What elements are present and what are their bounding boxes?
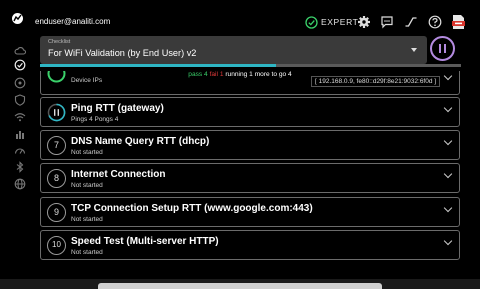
chevron-down-icon bbox=[411, 48, 417, 52]
chevron-down-icon[interactable] bbox=[443, 236, 453, 246]
chevron-down-icon[interactable] bbox=[443, 103, 453, 113]
shield-icon[interactable] bbox=[14, 94, 26, 106]
settings-gear-icon[interactable] bbox=[357, 15, 371, 29]
pause-icon-bar-left bbox=[439, 44, 441, 53]
test-subtitle: Device IPs bbox=[71, 77, 103, 84]
test-number-badge: 8 bbox=[47, 169, 66, 188]
pdf-export-icon[interactable] bbox=[452, 14, 465, 30]
feedback-chat-icon[interactable] bbox=[380, 15, 394, 29]
checklist-progress-bar bbox=[40, 64, 461, 67]
pass-count: pass 4 bbox=[188, 71, 208, 78]
checklist-status-summary: pass 4 fail 1 running 1 more to go 4 bbox=[0, 71, 480, 78]
top-bar: enduser@analiti.com EXPERT bbox=[0, 0, 480, 38]
globe-icon[interactable] bbox=[14, 178, 26, 190]
expert-mode-badge[interactable]: EXPERT bbox=[305, 15, 358, 29]
bar-chart-icon[interactable] bbox=[14, 128, 26, 140]
network-icon[interactable] bbox=[14, 77, 26, 89]
test-card-internet-connection[interactable]: 8 Internet Connection Not started bbox=[40, 163, 460, 193]
test-number-badge: 10 bbox=[47, 236, 66, 255]
test-title: DNS Name Query RTT (dhcp) bbox=[71, 136, 210, 147]
test-title: Speed Test (Multi-server HTTP) bbox=[71, 236, 219, 247]
test-subtitle: Not started bbox=[71, 216, 103, 223]
app-screen: enduser@analiti.com EXPERT Checklist For… bbox=[0, 0, 480, 279]
test-list[interactable]: Device IPs [ 192.168.0.9, fe80::d29f:8e2… bbox=[40, 71, 460, 279]
checklist-select[interactable]: Checklist For WiFi Validation (by End Us… bbox=[40, 36, 427, 64]
chevron-down-icon[interactable] bbox=[443, 169, 453, 179]
checklist-progress-fill bbox=[40, 64, 276, 67]
speed-icon[interactable] bbox=[14, 145, 26, 157]
test-subtitle: Not started bbox=[71, 149, 103, 156]
test-title: Ping RTT (gateway) bbox=[71, 103, 164, 114]
test-number-badge: 7 bbox=[47, 136, 66, 155]
test-subtitle: Pings 4 Pongs 4 bbox=[71, 116, 119, 123]
expert-label: EXPERT bbox=[321, 17, 359, 27]
checklist-label: Checklist bbox=[48, 39, 71, 45]
logo-icon bbox=[12, 13, 23, 24]
side-navigation bbox=[14, 40, 28, 190]
test-title: Internet Connection bbox=[71, 169, 166, 180]
test-card-dns-query[interactable]: 7 DNS Name Query RTT (dhcp) Not started bbox=[40, 130, 460, 160]
remaining-count: more to go 4 bbox=[254, 71, 292, 78]
test-subtitle: Not started bbox=[71, 182, 103, 189]
running-count: running 1 bbox=[225, 71, 253, 78]
test-card-ping-rtt[interactable]: Ping RTT (gateway) Pings 4 Pongs 4 bbox=[40, 97, 460, 127]
running-progress-icon bbox=[47, 103, 66, 122]
chevron-down-icon[interactable] bbox=[443, 136, 453, 146]
expert-check-icon bbox=[305, 15, 318, 29]
checklist-value: For WiFi Validation (by End User) v2 bbox=[48, 48, 197, 58]
bluetooth-icon[interactable] bbox=[14, 161, 26, 173]
test-title: TCP Connection Setup RTT (www.google.com… bbox=[71, 203, 313, 214]
test-card-speed-test[interactable]: 10 Speed Test (Multi-server HTTP) Not st… bbox=[40, 230, 460, 260]
user-email: enduser@analiti.com bbox=[35, 17, 111, 26]
test-number-badge: 9 bbox=[47, 203, 66, 222]
pause-button[interactable] bbox=[430, 36, 455, 61]
checklist-icon[interactable] bbox=[14, 59, 26, 71]
device-stand bbox=[98, 283, 382, 289]
chevron-down-icon[interactable] bbox=[443, 203, 453, 213]
fail-count: fail 1 bbox=[209, 71, 224, 78]
test-card-tcp-setup[interactable]: 9 TCP Connection Setup RTT (www.google.c… bbox=[40, 197, 460, 227]
graph-icon[interactable] bbox=[404, 15, 418, 29]
wifi-icon[interactable] bbox=[14, 111, 26, 123]
pause-icon-bar-right bbox=[444, 44, 446, 53]
test-subtitle: Not started bbox=[71, 249, 103, 256]
help-icon[interactable] bbox=[428, 15, 442, 29]
cloud-icon[interactable] bbox=[14, 45, 26, 57]
